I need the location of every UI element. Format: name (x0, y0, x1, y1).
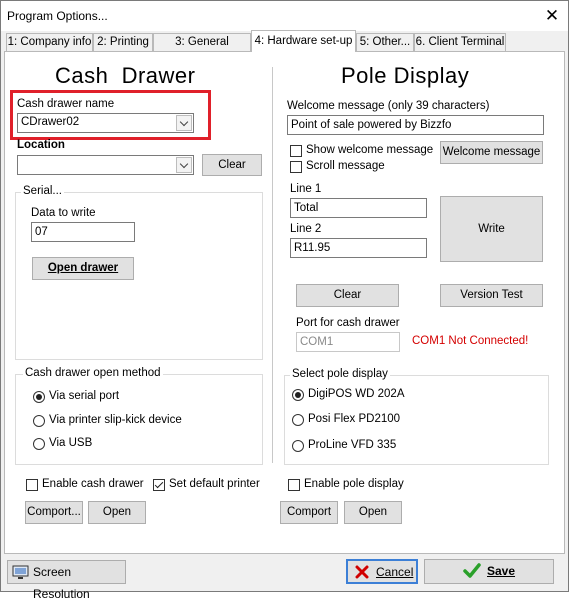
vertical-divider (272, 67, 273, 463)
port-for-cash-drawer-label: Port for cash drawer (296, 317, 400, 329)
tab-client-terminal[interactable]: 6. Client Terminal (414, 33, 506, 51)
save-label: Save (487, 564, 516, 578)
chevron-down-icon[interactable] (176, 115, 192, 131)
location-combo[interactable] (17, 155, 194, 175)
pole-comport-button[interactable]: Comport (280, 501, 338, 524)
radio-via-printer-slip-kick[interactable] (33, 415, 45, 427)
posi-flex-label: Posi Flex PD2100 (308, 413, 401, 425)
select-pole-display-title: Select pole display (290, 368, 390, 380)
write-button[interactable]: Write (440, 196, 543, 262)
cash-drawer-open-button[interactable]: Open (88, 501, 146, 524)
cancel-label: Cancel (376, 565, 414, 579)
open-method-group-title: Cash drawer open method (23, 367, 163, 379)
screen-resolution-button[interactable]: Screen Resolution (7, 560, 126, 601)
screen-resolution-icon (12, 565, 29, 579)
data-to-write-label: Data to write (31, 207, 96, 219)
tab-hardware-setup[interactable]: 4: Hardware set-up (251, 30, 356, 52)
radio-digipos-wd-202a[interactable] (292, 389, 304, 401)
tab-printing[interactable]: 2: Printing (93, 33, 153, 51)
pole-display-heading: Pole Display (341, 63, 470, 88)
pole-clear-button[interactable]: Clear (296, 284, 399, 307)
enable-pole-display-checkbox[interactable] (288, 479, 300, 491)
cash-drawer-name-combo[interactable]: CDrawer02 (17, 113, 194, 133)
port-status-text: COM1 Not Connected! (412, 335, 529, 347)
location-label: Location (17, 139, 65, 151)
close-icon[interactable]: ✕ (536, 3, 568, 29)
chevron-down-icon[interactable] (176, 157, 192, 173)
cancel-button[interactable]: Cancel (346, 559, 418, 584)
set-default-printer-checkbox[interactable] (153, 479, 165, 491)
show-welcome-message-checkbox[interactable] (290, 145, 302, 157)
tab-general-settings[interactable]: 3: General settings (153, 33, 251, 65)
welcome-message-label: Welcome message (only 39 characters) (287, 100, 490, 112)
pole-open-button[interactable]: Open (344, 501, 402, 524)
cash-drawer-name-value: CDrawer02 (21, 116, 80, 128)
line2-label: Line 2 (290, 223, 322, 235)
port-input: COM1 (296, 332, 400, 352)
enable-pole-display-label: Enable pole display (304, 478, 404, 490)
welcome-message-button[interactable]: Welcome message (440, 141, 543, 164)
enable-cash-drawer-checkbox[interactable] (26, 479, 38, 491)
data-to-write-input[interactable]: 07 (31, 222, 135, 242)
radio-proline-vfd-335[interactable] (292, 440, 304, 452)
radio-via-serial-port[interactable] (33, 391, 45, 403)
tab-other[interactable]: 5: Other... (356, 33, 414, 51)
location-clear-button[interactable]: Clear (202, 154, 262, 176)
radio-posi-flex-pd2100[interactable] (292, 414, 304, 426)
line1-label: Line 1 (290, 183, 322, 195)
save-check-icon (463, 563, 481, 578)
scroll-message-checkbox[interactable] (290, 161, 302, 173)
save-button[interactable]: Save (424, 559, 554, 584)
proline-label: ProLine VFD 335 (308, 439, 397, 451)
line2-input[interactable]: R11.95 (290, 238, 427, 258)
version-test-button[interactable]: Version Test (440, 284, 543, 307)
serial-group-title: Serial... (21, 185, 64, 197)
welcome-message-input[interactable]: Point of sale powered by Bizzfo (287, 115, 544, 135)
open-drawer-button[interactable]: Open drawer (32, 257, 134, 280)
line1-input[interactable]: Total (290, 198, 427, 218)
window-title: Program Options... (7, 9, 108, 23)
via-serial-port-label: Via serial port (49, 390, 120, 402)
digipos-label: DigiPOS WD 202A (308, 388, 405, 400)
title-bar: Program Options... ✕ (1, 1, 568, 31)
set-default-printer-label: Set default printer (169, 478, 260, 490)
via-printer-slip-kick-label: Via printer slip-kick device (49, 414, 182, 426)
cash-drawer-heading: Cash Drawer (55, 63, 196, 88)
via-usb-label: Via USB (49, 437, 93, 449)
cancel-x-icon (355, 565, 369, 579)
scroll-message-label: Scroll message (306, 160, 385, 172)
show-welcome-message-label: Show welcome message (306, 144, 434, 156)
screen-resolution-label: Screen Resolution (33, 565, 90, 601)
enable-cash-drawer-label: Enable cash drawer (42, 478, 144, 490)
tab-company-info[interactable]: 1: Company info (6, 33, 93, 51)
cash-drawer-name-label: Cash drawer name (17, 98, 115, 110)
program-options-window: Program Options... ✕ 1: Company info 2: … (0, 0, 569, 601)
cash-drawer-comport-button[interactable]: Comport... (25, 501, 83, 524)
radio-via-usb[interactable] (33, 438, 45, 450)
